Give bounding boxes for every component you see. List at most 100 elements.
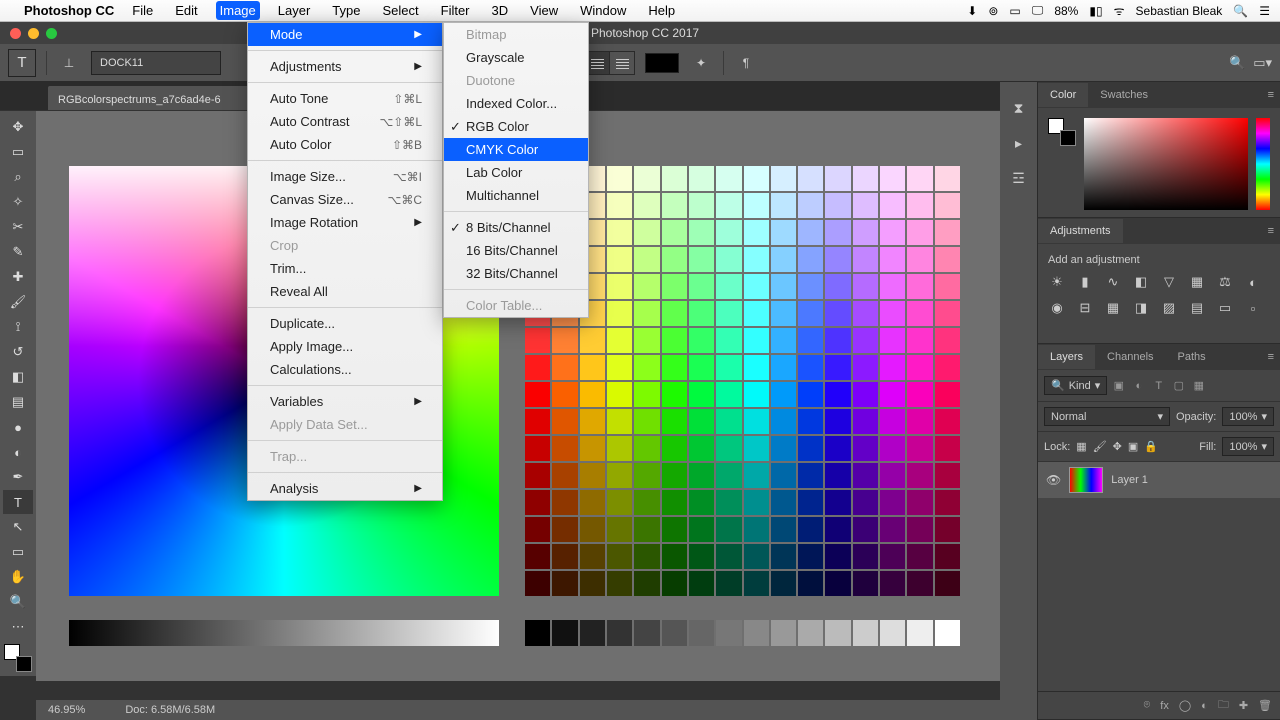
spotlight-icon[interactable]: 🔍: [1233, 4, 1248, 18]
wifi-icon[interactable]: ᯤ: [1114, 2, 1125, 19]
layer-thumb[interactable]: [1069, 467, 1103, 493]
screen-icon[interactable]: 🖵: [1032, 3, 1044, 18]
menu-item[interactable]: Indexed Color...: [444, 92, 588, 115]
layer-row[interactable]: 👁 Layer 1: [1038, 462, 1280, 498]
align-right-button[interactable]: [610, 52, 634, 74]
zoom-tool[interactable]: 🔍: [3, 590, 33, 614]
menu-item[interactable]: Mode▶: [248, 23, 442, 46]
fill-input[interactable]: 100% ▾: [1222, 437, 1274, 456]
align-center-button[interactable]: [586, 52, 610, 74]
filter-shape-icon[interactable]: ▢: [1170, 377, 1187, 394]
menu-image[interactable]: Image: [216, 1, 260, 20]
menu-item[interactable]: Multichannel: [444, 184, 588, 207]
menu-window[interactable]: Window: [576, 1, 630, 20]
menu-layer[interactable]: Layer: [274, 1, 315, 20]
menu-item[interactable]: Variables▶: [248, 390, 442, 413]
menu-type[interactable]: Type: [328, 1, 364, 20]
menu-3d[interactable]: 3D: [488, 1, 513, 20]
mixer-icon[interactable]: ⊟: [1076, 300, 1094, 316]
actions-panel-icon[interactable]: ▸: [1015, 135, 1022, 152]
lock-trans-icon[interactable]: ▦: [1076, 440, 1086, 453]
menu-item[interactable]: Adjustments▶: [248, 55, 442, 78]
menu-item[interactable]: Auto Color⇧⌘B: [248, 133, 442, 156]
menu-item[interactable]: Lab Color: [444, 161, 588, 184]
balance-icon[interactable]: ⚖: [1216, 274, 1234, 290]
history-brush-tool[interactable]: ↺: [3, 340, 33, 364]
menu-item[interactable]: Auto Tone⇧⌘L: [248, 87, 442, 110]
adjustment-layer-icon[interactable]: ◐: [1201, 700, 1208, 712]
link-icon[interactable]: ⌾: [1144, 699, 1151, 712]
menu-item[interactable]: CMYK Color: [444, 138, 588, 161]
character-panel-icon[interactable]: ¶: [734, 51, 758, 75]
menu-item[interactable]: Image Size...⌥⌘I: [248, 165, 442, 188]
display-icon[interactable]: ▭: [1009, 4, 1020, 18]
menu-item[interactable]: Image Rotation▶: [248, 211, 442, 234]
text-color-swatch[interactable]: [645, 53, 679, 73]
edit-toolbar[interactable]: ⋯: [3, 615, 33, 639]
crop-tool[interactable]: ✂: [3, 215, 33, 239]
menu-item[interactable]: Trim...: [248, 257, 442, 280]
hue-icon[interactable]: ▦: [1188, 274, 1206, 290]
menu-item[interactable]: 16 Bits/Channel: [444, 239, 588, 262]
menu-filter[interactable]: Filter: [437, 1, 474, 20]
cc-icon[interactable]: ⊚: [988, 4, 998, 18]
move-tool[interactable]: ✥: [3, 115, 33, 139]
history-panel-icon[interactable]: ⧗: [1014, 100, 1024, 117]
close-window[interactable]: [10, 28, 21, 39]
group-icon[interactable]: 🗀: [1218, 696, 1229, 715]
tab-paths[interactable]: Paths: [1166, 345, 1218, 369]
menu-item[interactable]: Auto Contrast⌥⇧⌘L: [248, 110, 442, 133]
photo-filter-icon[interactable]: ◉: [1048, 300, 1066, 316]
color-swatches[interactable]: [4, 644, 32, 672]
color-field[interactable]: [1084, 118, 1248, 210]
stamp-tool[interactable]: ⟟: [3, 315, 33, 339]
zoom-window[interactable]: [46, 28, 57, 39]
warp-text-icon[interactable]: ✦: [689, 51, 713, 75]
lasso-tool[interactable]: ⌕: [3, 165, 33, 189]
lock-pos-icon[interactable]: ✥: [1113, 440, 1122, 453]
search-icon[interactable]: 🔍: [1229, 55, 1245, 71]
user-name[interactable]: Sebastian Bleak: [1136, 4, 1223, 18]
menu-item[interactable]: Calculations...: [248, 358, 442, 381]
battery-icon[interactable]: ▮▯: [1089, 4, 1102, 18]
filter-kind-select[interactable]: 🔍 Kind ▾: [1044, 376, 1107, 395]
tab-swatches[interactable]: Swatches: [1088, 83, 1160, 107]
fx-icon[interactable]: fx: [1160, 700, 1169, 712]
filter-pixel-icon[interactable]: ▣: [1110, 377, 1127, 394]
menu-help[interactable]: Help: [644, 1, 679, 20]
new-layer-icon[interactable]: ✚: [1239, 699, 1248, 712]
notification-icon[interactable]: ☰: [1259, 4, 1270, 18]
brightness-icon[interactable]: ☀: [1048, 274, 1066, 290]
filter-type-icon[interactable]: T: [1150, 377, 1167, 394]
selective-icon[interactable]: ▫: [1244, 300, 1262, 316]
menu-item[interactable]: Reveal All: [248, 280, 442, 303]
workspace-icon[interactable]: ▭▾: [1253, 55, 1272, 71]
gradient-tool[interactable]: ▤: [3, 390, 33, 414]
lookup-icon[interactable]: ▦: [1104, 300, 1122, 316]
invert-icon[interactable]: ◨: [1132, 300, 1150, 316]
hand-tool[interactable]: ✋: [3, 565, 33, 589]
properties-panel-icon[interactable]: ☲: [1012, 170, 1025, 187]
tab-adjustments[interactable]: Adjustments: [1038, 219, 1123, 243]
lock-artboard-icon[interactable]: ▣: [1128, 440, 1138, 453]
tab-channels[interactable]: Channels: [1095, 345, 1165, 369]
minimize-window[interactable]: [28, 28, 39, 39]
filter-adjust-icon[interactable]: ◐: [1130, 377, 1147, 394]
blur-tool[interactable]: ●: [3, 415, 33, 439]
menu-item[interactable]: Duplicate...: [248, 312, 442, 335]
menu-view[interactable]: View: [526, 1, 562, 20]
blend-mode-select[interactable]: Normal ▾: [1044, 407, 1170, 426]
brush-tool[interactable]: 🖌: [3, 290, 33, 314]
menu-file[interactable]: File: [128, 1, 157, 20]
layer-name[interactable]: Layer 1: [1111, 474, 1148, 486]
dodge-tool[interactable]: ◐: [3, 440, 33, 464]
visibility-icon[interactable]: 👁: [1046, 473, 1061, 487]
menu-item[interactable]: Apply Image...: [248, 335, 442, 358]
threshold-icon[interactable]: ▤: [1188, 300, 1206, 316]
levels-icon[interactable]: ▮: [1076, 274, 1094, 290]
battery-text[interactable]: 88%: [1054, 4, 1078, 18]
vibrance-icon[interactable]: ▽: [1160, 274, 1178, 290]
lock-paint-icon[interactable]: 🖌: [1093, 440, 1107, 453]
lock-all-icon[interactable]: 🔒: [1144, 440, 1158, 453]
curves-icon[interactable]: ∿: [1104, 274, 1122, 290]
